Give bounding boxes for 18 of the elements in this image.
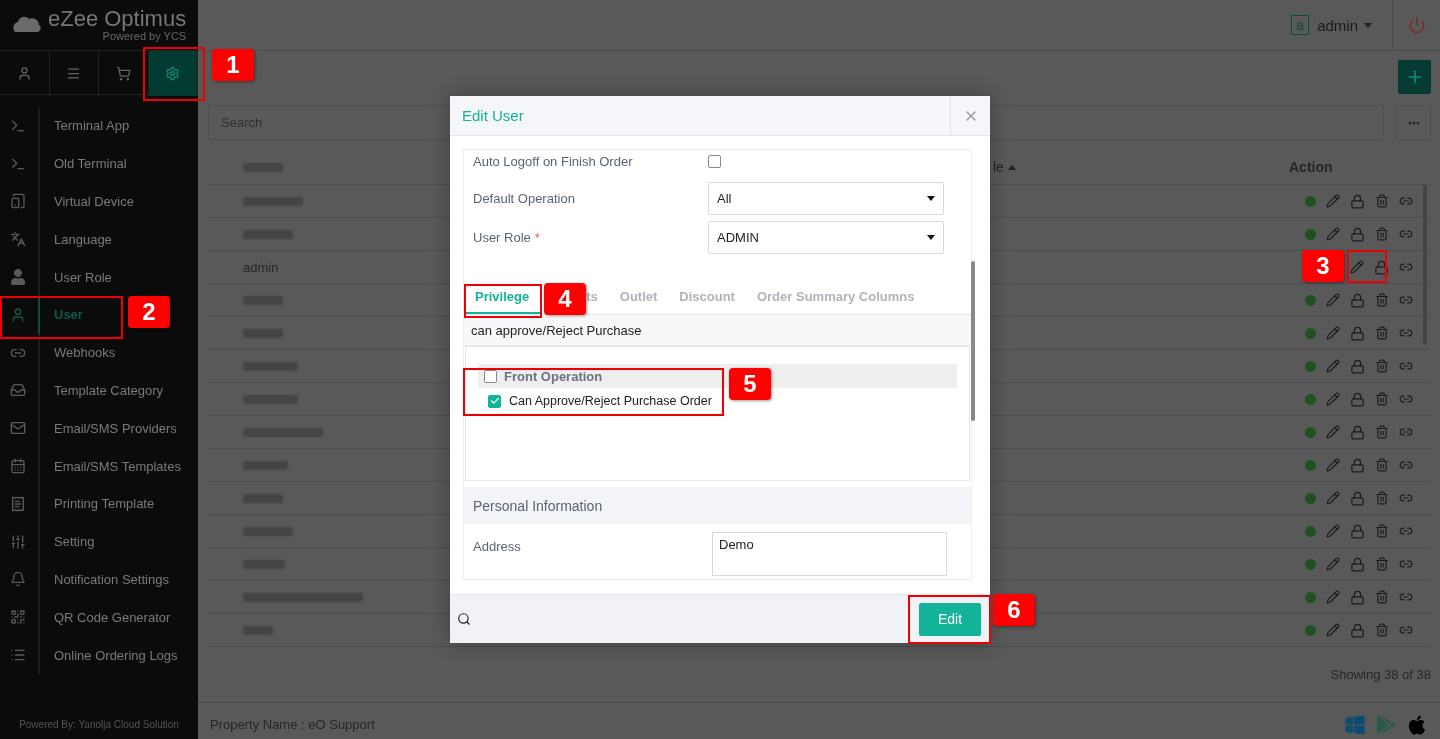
step-number: 2 bbox=[128, 296, 170, 328]
logo-title: eZee Optimus bbox=[48, 8, 187, 30]
field-label: Address bbox=[473, 538, 522, 554]
step-number: 1 bbox=[212, 49, 254, 81]
user-avatar: a bbox=[1291, 15, 1310, 35]
modal-title: Edit User bbox=[461, 107, 525, 124]
powered-by-text: Powered By: Yanolja Cloud Solution bbox=[18, 717, 180, 732]
tree-item-label: Can Approve/Reject Purchase Order bbox=[509, 394, 712, 408]
step-number: 3 bbox=[1302, 250, 1344, 282]
step-number: 5 bbox=[729, 368, 771, 400]
logo-subtitle: Powered by YCS bbox=[102, 30, 187, 42]
step-number: 4 bbox=[544, 283, 586, 315]
step-number: 6 bbox=[993, 594, 1035, 626]
field-label: User Role * bbox=[473, 230, 541, 245]
tree-group-label: Front Operation bbox=[504, 368, 603, 384]
field-label: Default Operation bbox=[473, 191, 576, 206]
section-header: Personal Information bbox=[464, 487, 971, 524]
field-label: Auto Logoff on Finish Order bbox=[473, 153, 634, 169]
